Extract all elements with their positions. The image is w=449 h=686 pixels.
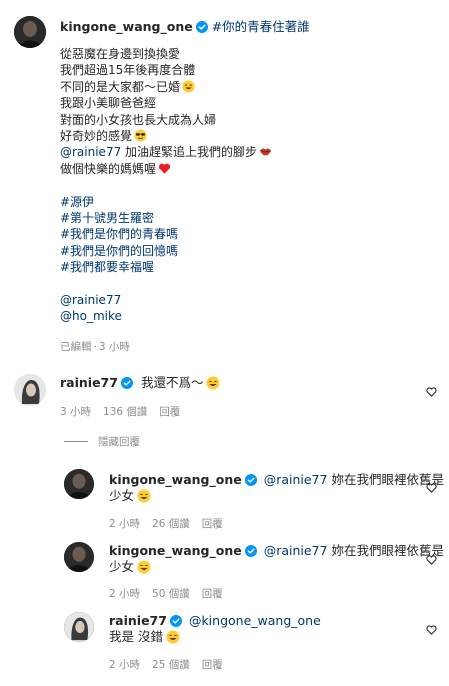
reply-username[interactable]: kingone_wang_one	[109, 472, 242, 487]
heart-outline-icon[interactable]	[426, 382, 437, 401]
reply-avatar[interactable]	[64, 612, 94, 642]
reply-meta: 2 小時 26 個讚 回覆	[109, 516, 235, 531]
post-header: kingone_wang_one #你的青春住著誰	[60, 18, 310, 37]
caption-line: 不同的是大家都～已婚	[60, 79, 272, 95]
meta-dot: ·	[93, 341, 97, 353]
laughing-emoji-icon	[137, 560, 151, 574]
caption-line: 對面的小女孩也長大成為人婦	[60, 112, 217, 127]
caption-line: @rainie77 加油趕緊追上我們的腳步	[60, 144, 272, 160]
reply-mention[interactable]: @rainie77	[264, 543, 328, 558]
caption-line: 我們超過15年後再度合體	[60, 63, 196, 78]
caption-mention[interactable]: @ho_mike	[60, 308, 272, 324]
comment-time: 3 小時	[60, 406, 92, 418]
reply-likes[interactable]: 50 個讚	[152, 588, 190, 600]
reply-time: 2 小時	[109, 518, 141, 530]
reply-text: 我是 沒錯	[109, 629, 163, 644]
caption-hashtag[interactable]: #第十號男生羅密	[60, 210, 272, 226]
red-heart-emoji-icon	[158, 162, 171, 175]
reply-username[interactable]: kingone_wang_one	[109, 543, 242, 558]
post-hashtag[interactable]: #你的青春住著誰	[212, 19, 310, 34]
edited-label: 已編輯	[60, 341, 92, 353]
comment-likes[interactable]: 136 個讚	[103, 406, 147, 418]
reply-mention[interactable]: @rainie77	[264, 472, 328, 487]
caption-mention[interactable]: @rainie77	[60, 292, 272, 308]
laughing-emoji-icon	[166, 630, 180, 644]
heart-outline-icon[interactable]	[426, 620, 437, 639]
verified-badge-icon	[120, 376, 133, 393]
reply-username[interactable]: rainie77	[109, 613, 167, 628]
reply-avatar[interactable]	[64, 542, 94, 572]
divider-line	[64, 441, 88, 442]
reply-button[interactable]: 回覆	[202, 588, 223, 600]
reply-time: 2 小時	[109, 588, 141, 600]
reply-body-line2: 少女	[109, 558, 151, 575]
reply-avatar[interactable]	[64, 469, 94, 499]
post-time: 3 小時	[98, 341, 130, 353]
comment-text: 我還不爲～	[140, 375, 204, 390]
caption-line-text: 做個快樂的媽媽喔	[60, 161, 157, 176]
reply-button[interactable]: 回覆	[202, 659, 223, 671]
caption-blank	[60, 275, 272, 291]
verified-badge-icon	[244, 544, 257, 561]
reply-body-line2: 少女	[109, 487, 151, 504]
caption-line: 從惡魔在身邊到換換愛	[60, 47, 181, 61]
caption-mention[interactable]: @rainie77	[60, 145, 121, 159]
laughing-emoji-icon	[137, 489, 151, 503]
caption-line: 好奇妙的感覺	[60, 128, 272, 144]
reply-time: 2 小時	[109, 659, 141, 671]
comment-meta: 3 小時 136 個讚 回覆	[60, 404, 192, 419]
post-avatar[interactable]	[14, 16, 46, 48]
reply-meta: 2 小時 50 個讚 回覆	[109, 586, 235, 601]
reply-button[interactable]: 回覆	[159, 406, 180, 418]
hide-replies-label: 隱藏回覆	[98, 436, 140, 448]
reply-likes[interactable]: 26 個讚	[152, 518, 190, 530]
caption-hashtag[interactable]: #我們是你們的回憶嗎	[60, 243, 272, 259]
caption-line-text: 加油趕緊追上我們的腳步	[125, 145, 258, 160]
comment-username[interactable]: rainie77	[60, 375, 118, 390]
reply-body: kingone_wang_one @rainie77 妳在我們眼裡依舊是	[109, 542, 444, 561]
heart-outline-icon[interactable]	[426, 478, 437, 497]
caption-line-text: 不同的是大家都～已婚	[60, 79, 181, 94]
caption-line: 做個快樂的媽媽喔	[60, 161, 272, 177]
reply-button[interactable]: 回覆	[202, 518, 223, 530]
caption-line-text: 好奇妙的感覺	[60, 128, 133, 143]
lips-emoji-icon	[259, 145, 272, 158]
hide-replies-button[interactable]: 隱藏回覆	[64, 434, 140, 449]
reply-likes[interactable]: 25 個讚	[152, 659, 190, 671]
reply-mention[interactable]: @kingone_wang_one	[189, 613, 321, 628]
caption-blank	[60, 177, 272, 193]
laughing-emoji-icon	[206, 376, 220, 390]
post-meta: 已編輯 · 3 小時	[60, 339, 142, 354]
reply-text: 少女	[109, 559, 135, 574]
caption-line: 我跟小美聊爸爸經	[60, 96, 157, 111]
verified-badge-icon	[244, 473, 257, 490]
post-caption: 從惡魔在身邊到換換愛 我們超過15年後再度合體 不同的是大家都～已婚 我跟小美聊…	[60, 46, 272, 325]
reply-text: 少女	[109, 488, 135, 503]
sunglasses-emoji-icon	[134, 129, 147, 142]
caption-hashtag[interactable]: #我們是你們的青春嗎	[60, 226, 272, 242]
caption-hashtag[interactable]: #我們都要幸福喔	[60, 259, 272, 275]
reply-body: kingone_wang_one @rainie77 妳在我們眼裡依舊是	[109, 471, 444, 490]
verified-badge-icon	[195, 20, 208, 37]
reply-meta: 2 小時 25 個讚 回覆	[109, 657, 235, 672]
heart-outline-icon[interactable]	[426, 550, 437, 569]
laughing-emoji-icon	[182, 80, 195, 93]
comment-body: rainie77 我還不爲～	[60, 374, 220, 393]
post-username[interactable]: kingone_wang_one	[60, 19, 193, 34]
comment-avatar[interactable]	[14, 374, 46, 406]
reply-body-line2: 我是 沒錯	[109, 628, 180, 645]
caption-hashtag[interactable]: #源伊	[60, 194, 272, 210]
